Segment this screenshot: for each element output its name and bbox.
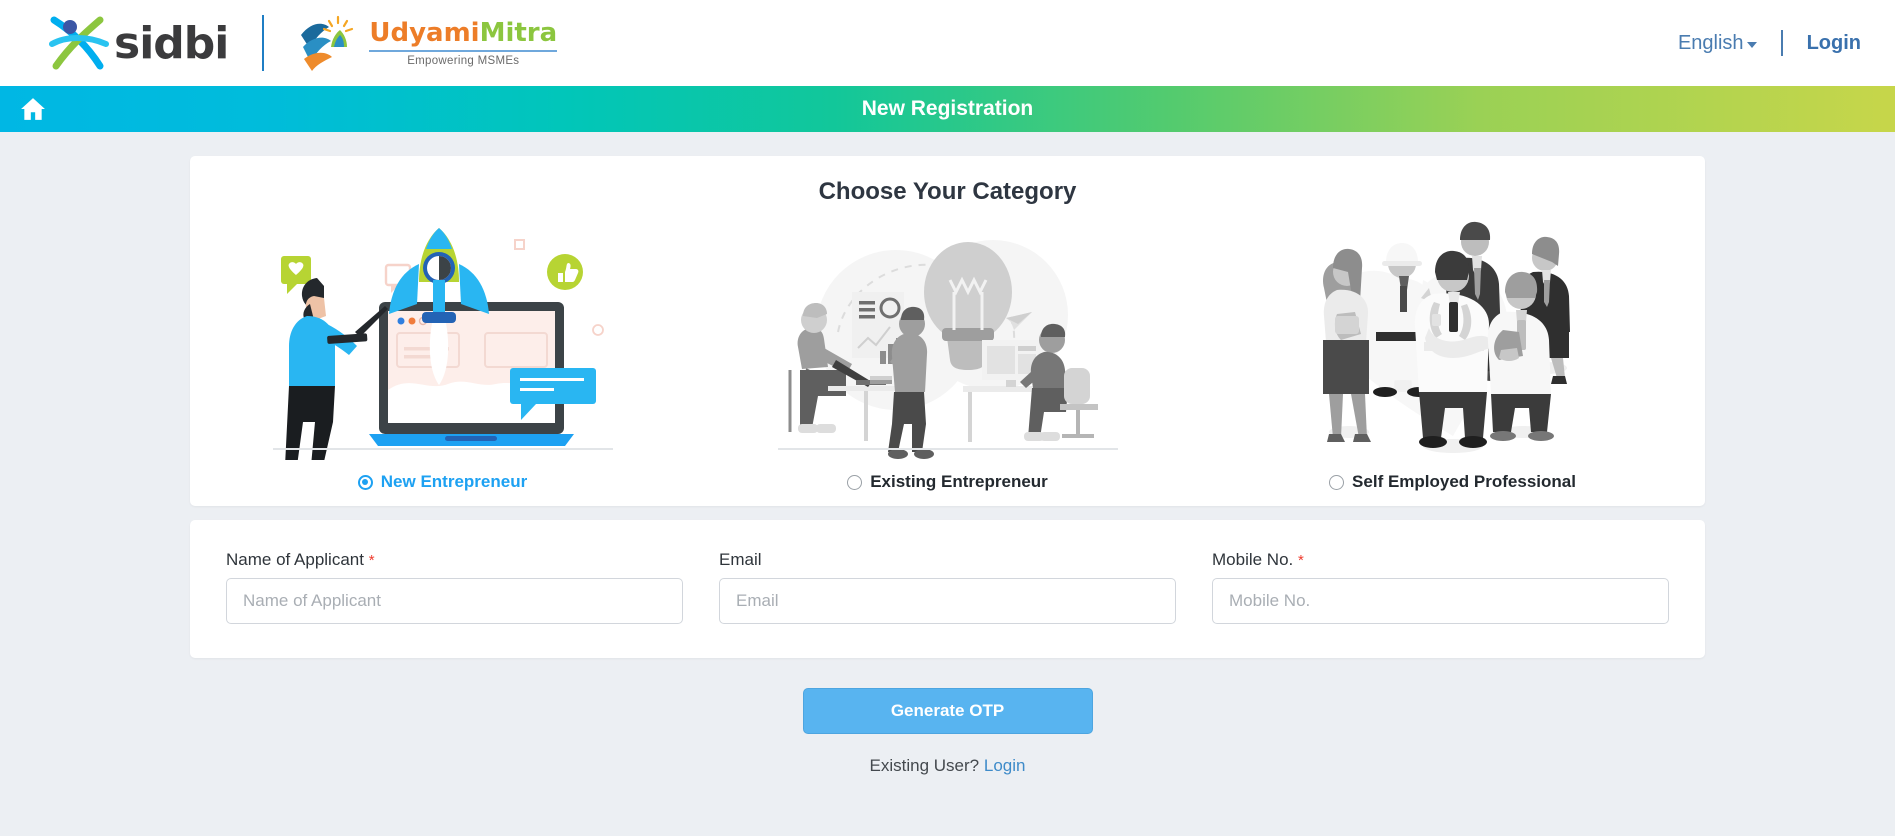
required-asterisk: *	[1298, 552, 1304, 569]
radio-label-self-employed-professional: Self Employed Professional	[1352, 472, 1576, 491]
radio-option-self-employed-professional[interactable]: Self Employed Professional	[1329, 472, 1576, 492]
generate-otp-button[interactable]: Generate OTP	[802, 688, 1093, 734]
label-text: Name of Applicant	[226, 550, 364, 569]
radio-icon-selected[interactable]	[357, 474, 373, 490]
udyamimitra-tagline: Empowering MSMEs	[407, 54, 520, 67]
form-actions: Generate OTP Existing User? Login	[190, 658, 1705, 776]
header-login-link[interactable]: Login	[1807, 32, 1861, 55]
radio-label-existing-entrepreneur: Existing Entrepreneur	[870, 472, 1048, 491]
professionals-group-illustration	[1303, 212, 1603, 460]
radio-icon-unselected[interactable]	[1329, 474, 1345, 490]
required-asterisk: *	[368, 552, 375, 569]
radio-option-new-entrepreneur[interactable]: New Entrepreneur	[357, 472, 528, 492]
logo-divider	[262, 15, 265, 71]
office-lightbulb-team-illustration	[777, 212, 1118, 460]
chevron-down-icon	[1746, 42, 1757, 48]
category-option-new-entrepreneur[interactable]: New Entrepreneur	[190, 212, 695, 492]
existing-user-prompt: Existing User? Login	[190, 756, 1705, 776]
home-icon[interactable]	[20, 97, 46, 121]
udyami-text-part: Udyami	[369, 17, 480, 48]
sidbi-logo[interactable]: sidbi	[48, 14, 229, 72]
name-of-applicant-input[interactable]	[226, 578, 683, 624]
language-selector-label: English	[1677, 31, 1744, 54]
existing-user-text: Existing User?	[869, 756, 980, 775]
category-card: Choose Your Category New Entrepreneur Ex…	[190, 156, 1705, 506]
field-email: Email	[719, 550, 1176, 624]
language-selector[interactable]: English	[1678, 32, 1757, 55]
field-name-of-applicant: Name of Applicant *	[226, 550, 683, 624]
radio-label-new-entrepreneur: New Entrepreneur	[380, 472, 528, 491]
label-text: Email	[719, 550, 762, 569]
mobile-no-input[interactable]	[1212, 578, 1669, 624]
header-divider	[1780, 30, 1783, 56]
category-option-existing-entrepreneur[interactable]: Existing Entrepreneur	[695, 212, 1200, 492]
category-heading: Choose Your Category	[818, 178, 1077, 205]
hands-sun-icon	[301, 15, 354, 71]
category-options-row: New Entrepreneur Existing Entrepreneur S…	[190, 212, 1705, 492]
email-input[interactable]	[719, 578, 1176, 624]
udyamimitra-wordmark: UdyamiMitra Empowering MSMEs	[369, 17, 558, 67]
label-text: Mobile No.	[1212, 550, 1294, 569]
page-title: New Registration	[861, 97, 1034, 120]
radio-icon-unselected[interactable]	[847, 474, 863, 490]
label-mobile-no: Mobile No. *	[1212, 550, 1669, 570]
site-header: sidbi UdyamiMitra Empowering MSMEs Engli…	[0, 0, 1895, 86]
header-actions: English Login	[1678, 30, 1861, 56]
sidbi-wordmark: sidbi	[114, 17, 229, 69]
existing-user-login-link[interactable]: Login	[984, 756, 1026, 775]
mitra-text-part: Mitra	[479, 17, 558, 48]
registration-form-card: Name of Applicant * Email Mobile No. *	[190, 520, 1705, 658]
label-email: Email	[719, 550, 1176, 570]
wordmark-rule	[369, 49, 558, 52]
field-mobile-no: Mobile No. *	[1212, 550, 1669, 624]
udyamimitra-logo[interactable]: UdyamiMitra Empowering MSMEs	[298, 13, 558, 73]
rocket-launch-laptop-illustration	[272, 212, 613, 460]
page-title-banner: New Registration	[0, 86, 1895, 132]
page-content: Choose Your Category New Entrepreneur Ex…	[0, 132, 1895, 776]
category-option-self-employed-professional[interactable]: Self Employed Professional	[1200, 212, 1705, 492]
logo-zone: sidbi UdyamiMitra Empowering MSMEs	[48, 13, 558, 73]
label-name-of-applicant: Name of Applicant *	[226, 550, 683, 570]
sidbi-x-mark-icon	[49, 16, 109, 70]
radio-option-existing-entrepreneur[interactable]: Existing Entrepreneur	[847, 472, 1048, 492]
